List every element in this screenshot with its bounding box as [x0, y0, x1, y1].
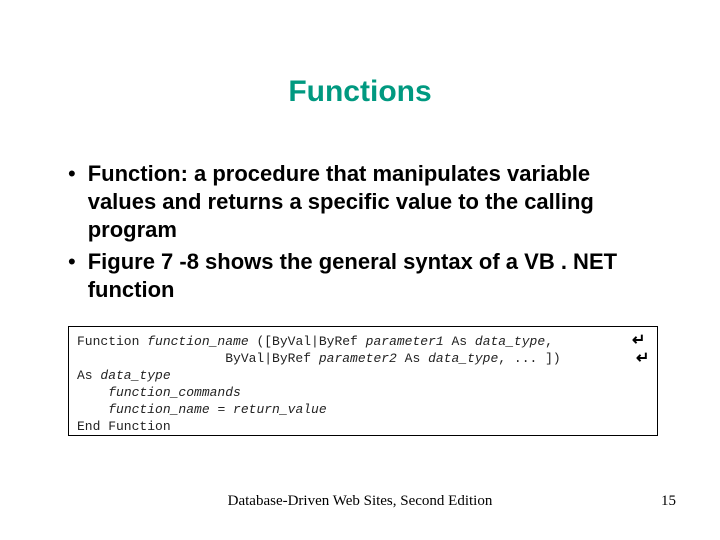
bullet-dot-icon: • [68, 248, 76, 276]
bullet-text: Function: a procedure that manipulates v… [88, 160, 658, 244]
code-text: ([ByVal|ByRef [249, 334, 366, 349]
code-text: , ... ]) [498, 351, 568, 366]
return-icon: ↵ [636, 348, 649, 368]
bullet-item: • Function: a procedure that manipulates… [68, 160, 658, 244]
code-text: data_type [475, 334, 545, 349]
bullet-item: • Figure 7 -8 shows the general syntax o… [68, 248, 658, 304]
code-text: function_name [147, 334, 248, 349]
code-text: parameter1 [366, 334, 444, 349]
code-text: parameter2 [319, 351, 397, 366]
code-text: data_type [428, 351, 498, 366]
code-text: data_type [100, 368, 170, 383]
slide-title: Functions [0, 75, 720, 109]
bullet-dot-icon: • [68, 160, 76, 188]
page-number: 15 [661, 493, 676, 510]
code-text: End Function [77, 419, 171, 434]
code-text: As [444, 334, 475, 349]
code-text: Function [77, 334, 147, 349]
code-text: As [77, 368, 100, 383]
code-text [77, 402, 108, 417]
code-text: , [545, 334, 561, 349]
slide: Functions • Function: a procedure that m… [0, 0, 720, 540]
code-text: = [210, 402, 233, 417]
code-text [77, 385, 108, 400]
footer-source: Database-Driven Web Sites, Second Editio… [0, 493, 720, 510]
code-figure: Function function_name ([ByVal|ByRef par… [68, 326, 658, 436]
code-text: As [397, 351, 428, 366]
code-text: function_commands [108, 385, 241, 400]
return-icon: ↵ [632, 330, 645, 350]
bullet-text: Figure 7 -8 shows the general syntax of … [88, 248, 658, 304]
bullet-list: • Function: a procedure that manipulates… [68, 160, 658, 308]
code-text: return_value [233, 402, 327, 417]
code-text: ByVal|ByRef [77, 351, 319, 366]
code-text: function_name [108, 402, 209, 417]
